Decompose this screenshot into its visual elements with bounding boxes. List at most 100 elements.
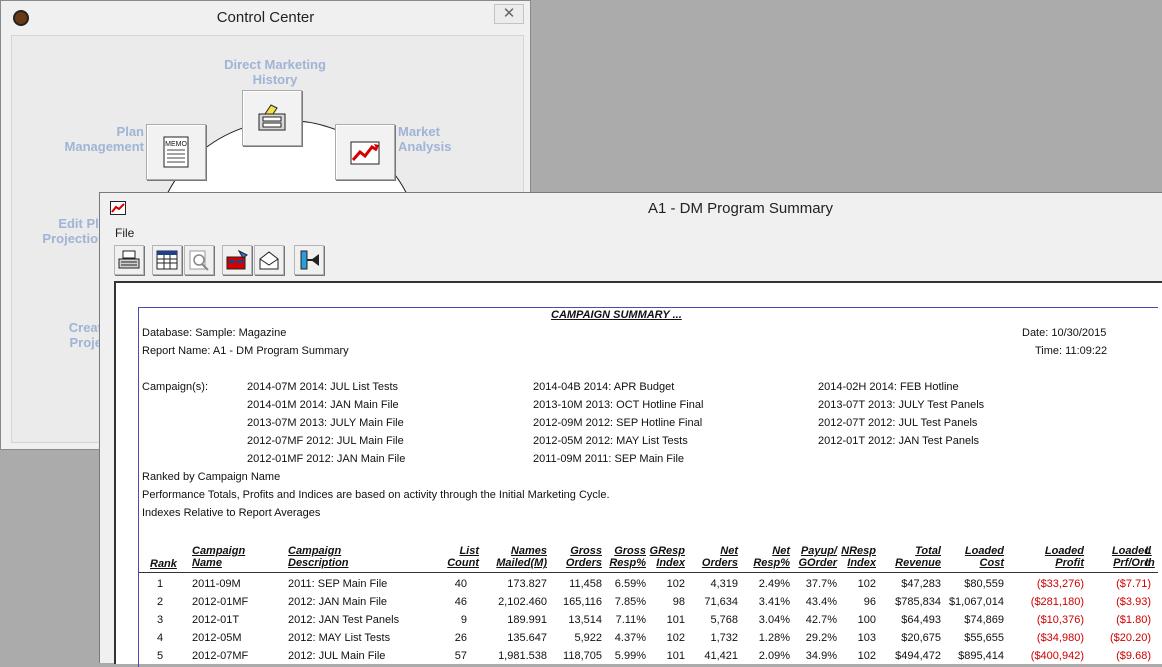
table-cell: 13,514 <box>568 614 602 626</box>
export-button[interactable] <box>222 245 252 275</box>
col-header[interactable]: Campaign Name <box>192 545 245 569</box>
col-header[interactable]: Campaign Description <box>288 545 349 569</box>
chart-trend-icon <box>350 141 380 165</box>
table-cell: $80,559 <box>964 578 1004 590</box>
spreadsheet-icon <box>156 250 178 270</box>
table-row[interactable]: 3 2012-01T 2012: JAN Test Panels 9 189.991 13… <box>139 614 1158 630</box>
table-cell: 46 <box>454 596 467 608</box>
market-analysis-label[interactable]: Market Analysis <box>398 124 451 154</box>
report-date: Date: 10/30/2015 <box>1022 327 1107 339</box>
col-header[interactable]: NResp Index <box>839 545 876 569</box>
table-cell: 173.827 <box>507 578 547 590</box>
col-header[interactable]: Net Resp% <box>744 545 790 569</box>
report-window: A1 - DM Program Summary File CAMPAIGN SU… <box>99 192 1162 667</box>
close-button[interactable]: ✕ <box>494 4 524 24</box>
col-header[interactable]: GResp Index <box>647 545 685 569</box>
table-cell: 29.2% <box>805 632 837 644</box>
table-cell: 2012-07MF <box>192 650 249 662</box>
table-cell: 11,458 <box>569 578 602 590</box>
market-analysis-button[interactable] <box>335 124 395 180</box>
table-cell: 1 <box>157 578 164 590</box>
campaign-list-item: 2012-05M 2012: MAY List Tests <box>533 435 688 447</box>
performance-note: Performance Totals, Profits and Indices … <box>142 489 610 501</box>
col-header[interactable]: Loaded Prf/Ord <box>1089 545 1151 569</box>
col-header[interactable]: List Count <box>429 545 479 569</box>
edit-plan-projection-label[interactable]: Edit Pla Projection <box>38 216 106 246</box>
table-cell: 2012: JAN Test Panels <box>288 614 400 626</box>
table-cell: ($7.71) <box>1116 578 1151 590</box>
control-center-titlebar[interactable]: Control Center ✕ <box>1 1 530 33</box>
table-cell: ($9.68) <box>1116 650 1151 662</box>
table-cell: 96 <box>863 596 876 608</box>
report-name-line: Report Name: A1 - DM Program Summary <box>142 345 349 357</box>
col-header[interactable]: L In <box>1145 545 1155 569</box>
col-header[interactable]: Rank <box>150 558 177 570</box>
table-row[interactable]: 5 2012-07MF 2012: JUL Main File 57 1,981.538… <box>139 650 1158 666</box>
table-cell: $494,472 <box>895 650 941 662</box>
campaign-list-item: 2013-07M 2013: JULY Main File <box>247 417 404 429</box>
table-cell: 189.991 <box>507 614 547 626</box>
create-projection-label[interactable]: Creat Proje <box>52 320 102 350</box>
campaign-list-item: 2014-07M 2014: JUL List Tests <box>247 381 399 393</box>
report-viewport[interactable]: CAMPAIGN SUMMARY ... Database: Sample: M… <box>114 281 1162 667</box>
table-row[interactable]: 1 2011-09M 2011: SEP Main File 40 173.827 11,… <box>139 578 1158 594</box>
table-cell: ($1.80) <box>1116 614 1151 626</box>
table-cell: 102 <box>666 578 685 590</box>
table-cell: $20,675 <box>901 632 941 644</box>
filing-cabinet-icon <box>258 104 286 131</box>
print-icon <box>118 250 140 269</box>
svg-text:MEMO: MEMO <box>165 141 187 148</box>
table-cell: 101 <box>666 614 685 626</box>
table-cell: $785,834 <box>895 596 941 608</box>
table-cell: 2011: SEP Main File <box>288 578 388 590</box>
table-cell: 34.9% <box>805 650 837 662</box>
print-button[interactable] <box>114 245 144 275</box>
col-header[interactable]: Net Orders <box>689 545 738 569</box>
table-cell: 118,705 <box>563 650 602 662</box>
table-cell: 2 <box>157 596 164 608</box>
mail-button[interactable] <box>254 245 284 275</box>
memo-icon: MEMO <box>163 136 189 168</box>
direct-marketing-history-button[interactable] <box>242 90 302 146</box>
direct-marketing-history-label[interactable]: Direct Marketing History <box>220 57 330 87</box>
table-cell: 3.41% <box>758 596 790 608</box>
table-cell: 1.28% <box>758 632 790 644</box>
table-cell: 135.647 <box>507 632 547 644</box>
plan-management-button[interactable]: MEMO <box>146 124 206 180</box>
table-row[interactable]: 2 2012-01MF 2012: JAN Main File 46 2,102.460… <box>139 596 1158 612</box>
index-note: Indexes Relative to Report Averages <box>142 507 321 519</box>
spreadsheet-button[interactable] <box>152 245 182 275</box>
exit-button[interactable] <box>294 245 324 275</box>
col-header[interactable]: Loaded Profit <box>1009 545 1084 569</box>
table-cell: 5.99% <box>614 650 646 662</box>
table-cell: 26 <box>454 632 467 644</box>
campaign-list-item: 2012-07MF 2012: JUL Main File <box>247 435 404 447</box>
table-cell: 2011-09M <box>192 578 241 590</box>
chart-app-icon[interactable] <box>110 201 126 215</box>
col-header[interactable]: Total Revenue <box>879 545 941 569</box>
col-header[interactable]: Payup/ GOrder <box>791 545 837 569</box>
menu-bar: File <box>100 225 1162 243</box>
col-header[interactable]: Names Mailed(M) <box>479 545 547 569</box>
campaign-list-item: 2014-02H 2014: FEB Hotline <box>818 381 959 393</box>
report-titlebar[interactable]: A1 - DM Program Summary <box>100 193 1162 225</box>
table-cell: 1,732 <box>710 632 738 644</box>
col-header[interactable]: Loaded Cost <box>942 545 1004 569</box>
campaign-list-item: 2012-01T 2012: JAN Test Panels <box>818 435 980 447</box>
col-header[interactable]: Gross Resp% <box>603 545 646 569</box>
plan-management-label[interactable]: Plan Management <box>52 124 144 154</box>
table-cell: ($10,376) <box>1036 614 1084 626</box>
report-heading: CAMPAIGN SUMMARY ... <box>551 309 682 321</box>
database-line: Database: Sample: Magazine <box>142 327 287 339</box>
table-cell: 42.7% <box>805 614 837 626</box>
table-row[interactable]: 4 2012-05M 2012: MAY List Tests 26 135.647 5,… <box>139 632 1158 648</box>
table-cell: 101 <box>666 650 685 662</box>
col-header[interactable]: Gross Orders <box>549 545 602 569</box>
table-cell: 2012: JUL Main File <box>288 650 386 662</box>
table-cell: 98 <box>672 596 685 608</box>
table-cell: 7.85% <box>614 596 646 608</box>
table-cell: $1,067,014 <box>948 596 1004 608</box>
table-cell: 40 <box>454 578 467 590</box>
menu-file[interactable]: File <box>115 226 134 240</box>
preview-button[interactable] <box>184 245 214 275</box>
